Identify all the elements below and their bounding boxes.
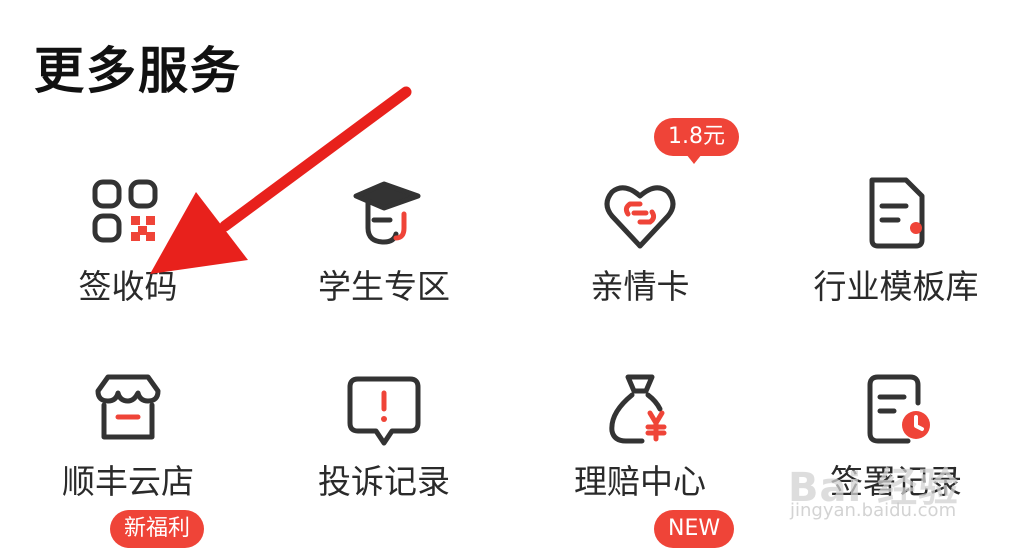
watermark-url: jingyan.baidu.com — [790, 500, 957, 521]
